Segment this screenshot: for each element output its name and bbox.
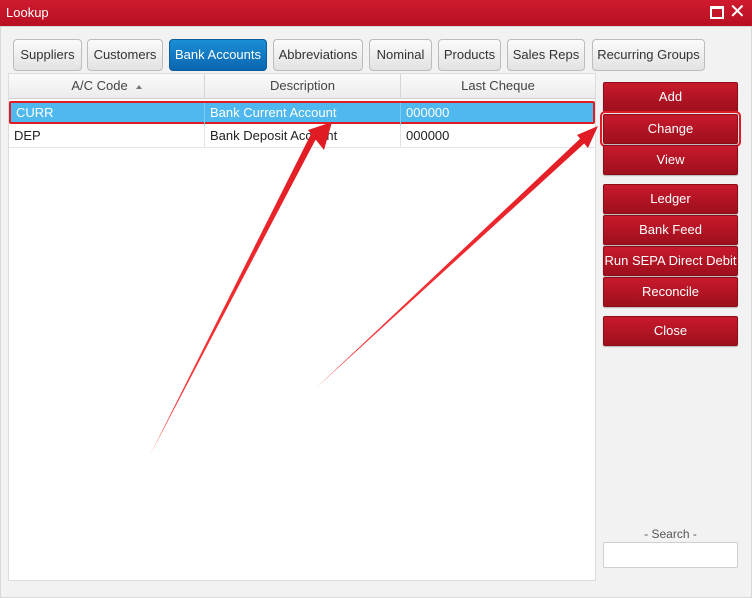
table-row[interactable]: DEP Bank Deposit Account 000000 [9,125,595,148]
table-row[interactable]: CURR Bank Current Account 000000 [9,101,595,126]
cell-description: Bank Deposit Account [205,125,401,148]
bank-accounts-grid: A/C Code Description Last Cheque CURR Ba… [8,73,596,581]
tab-bank-accounts[interactable]: Bank Accounts [169,39,267,71]
cell-ac-code: CURR [11,103,205,126]
cell-last-cheque: 000000 [406,128,450,143]
bank-feed-button[interactable]: Bank Feed [603,215,738,245]
close-icon[interactable]: ✕ [729,1,746,23]
sort-ascending-icon [135,84,142,89]
cell-last-cheque: 000000 [406,105,450,120]
search-input[interactable] [603,542,738,568]
column-header-ac-code[interactable]: A/C Code [9,74,205,99]
change-button[interactable]: Change [600,111,741,147]
title-bar: Lookup ✕ [0,0,752,26]
window-title: Lookup [6,5,49,20]
add-button[interactable]: Add [603,82,738,112]
column-header-description[interactable]: Description [205,74,401,99]
tab-products[interactable]: Products [438,39,501,71]
column-header-last-cheque[interactable]: Last Cheque [401,74,595,99]
reconcile-button[interactable]: Reconcile [603,277,738,307]
view-button[interactable]: View [603,145,738,175]
maximize-icon[interactable] [710,6,724,19]
tab-nominal[interactable]: Nominal [369,39,432,71]
cell-ac-code: DEP [9,125,205,148]
search-label: - Search - [644,527,697,541]
lookup-window: Suppliers Customers Bank Accounts Abbrev… [0,26,752,598]
ledger-button[interactable]: Ledger [603,184,738,214]
grid-header: A/C Code Description Last Cheque [9,74,595,99]
tab-customers[interactable]: Customers [87,39,163,71]
close-button[interactable]: Close [603,316,738,346]
tab-sales-reps[interactable]: Sales Reps [507,39,585,71]
run-sepa-direct-debit-button[interactable]: Run SEPA Direct Debit [603,246,738,276]
tab-recurring-groups[interactable]: Recurring Groups [592,39,705,71]
tab-suppliers[interactable]: Suppliers [13,39,82,71]
cell-description: Bank Current Account [205,103,401,126]
tab-abbreviations[interactable]: Abbreviations [273,39,363,71]
